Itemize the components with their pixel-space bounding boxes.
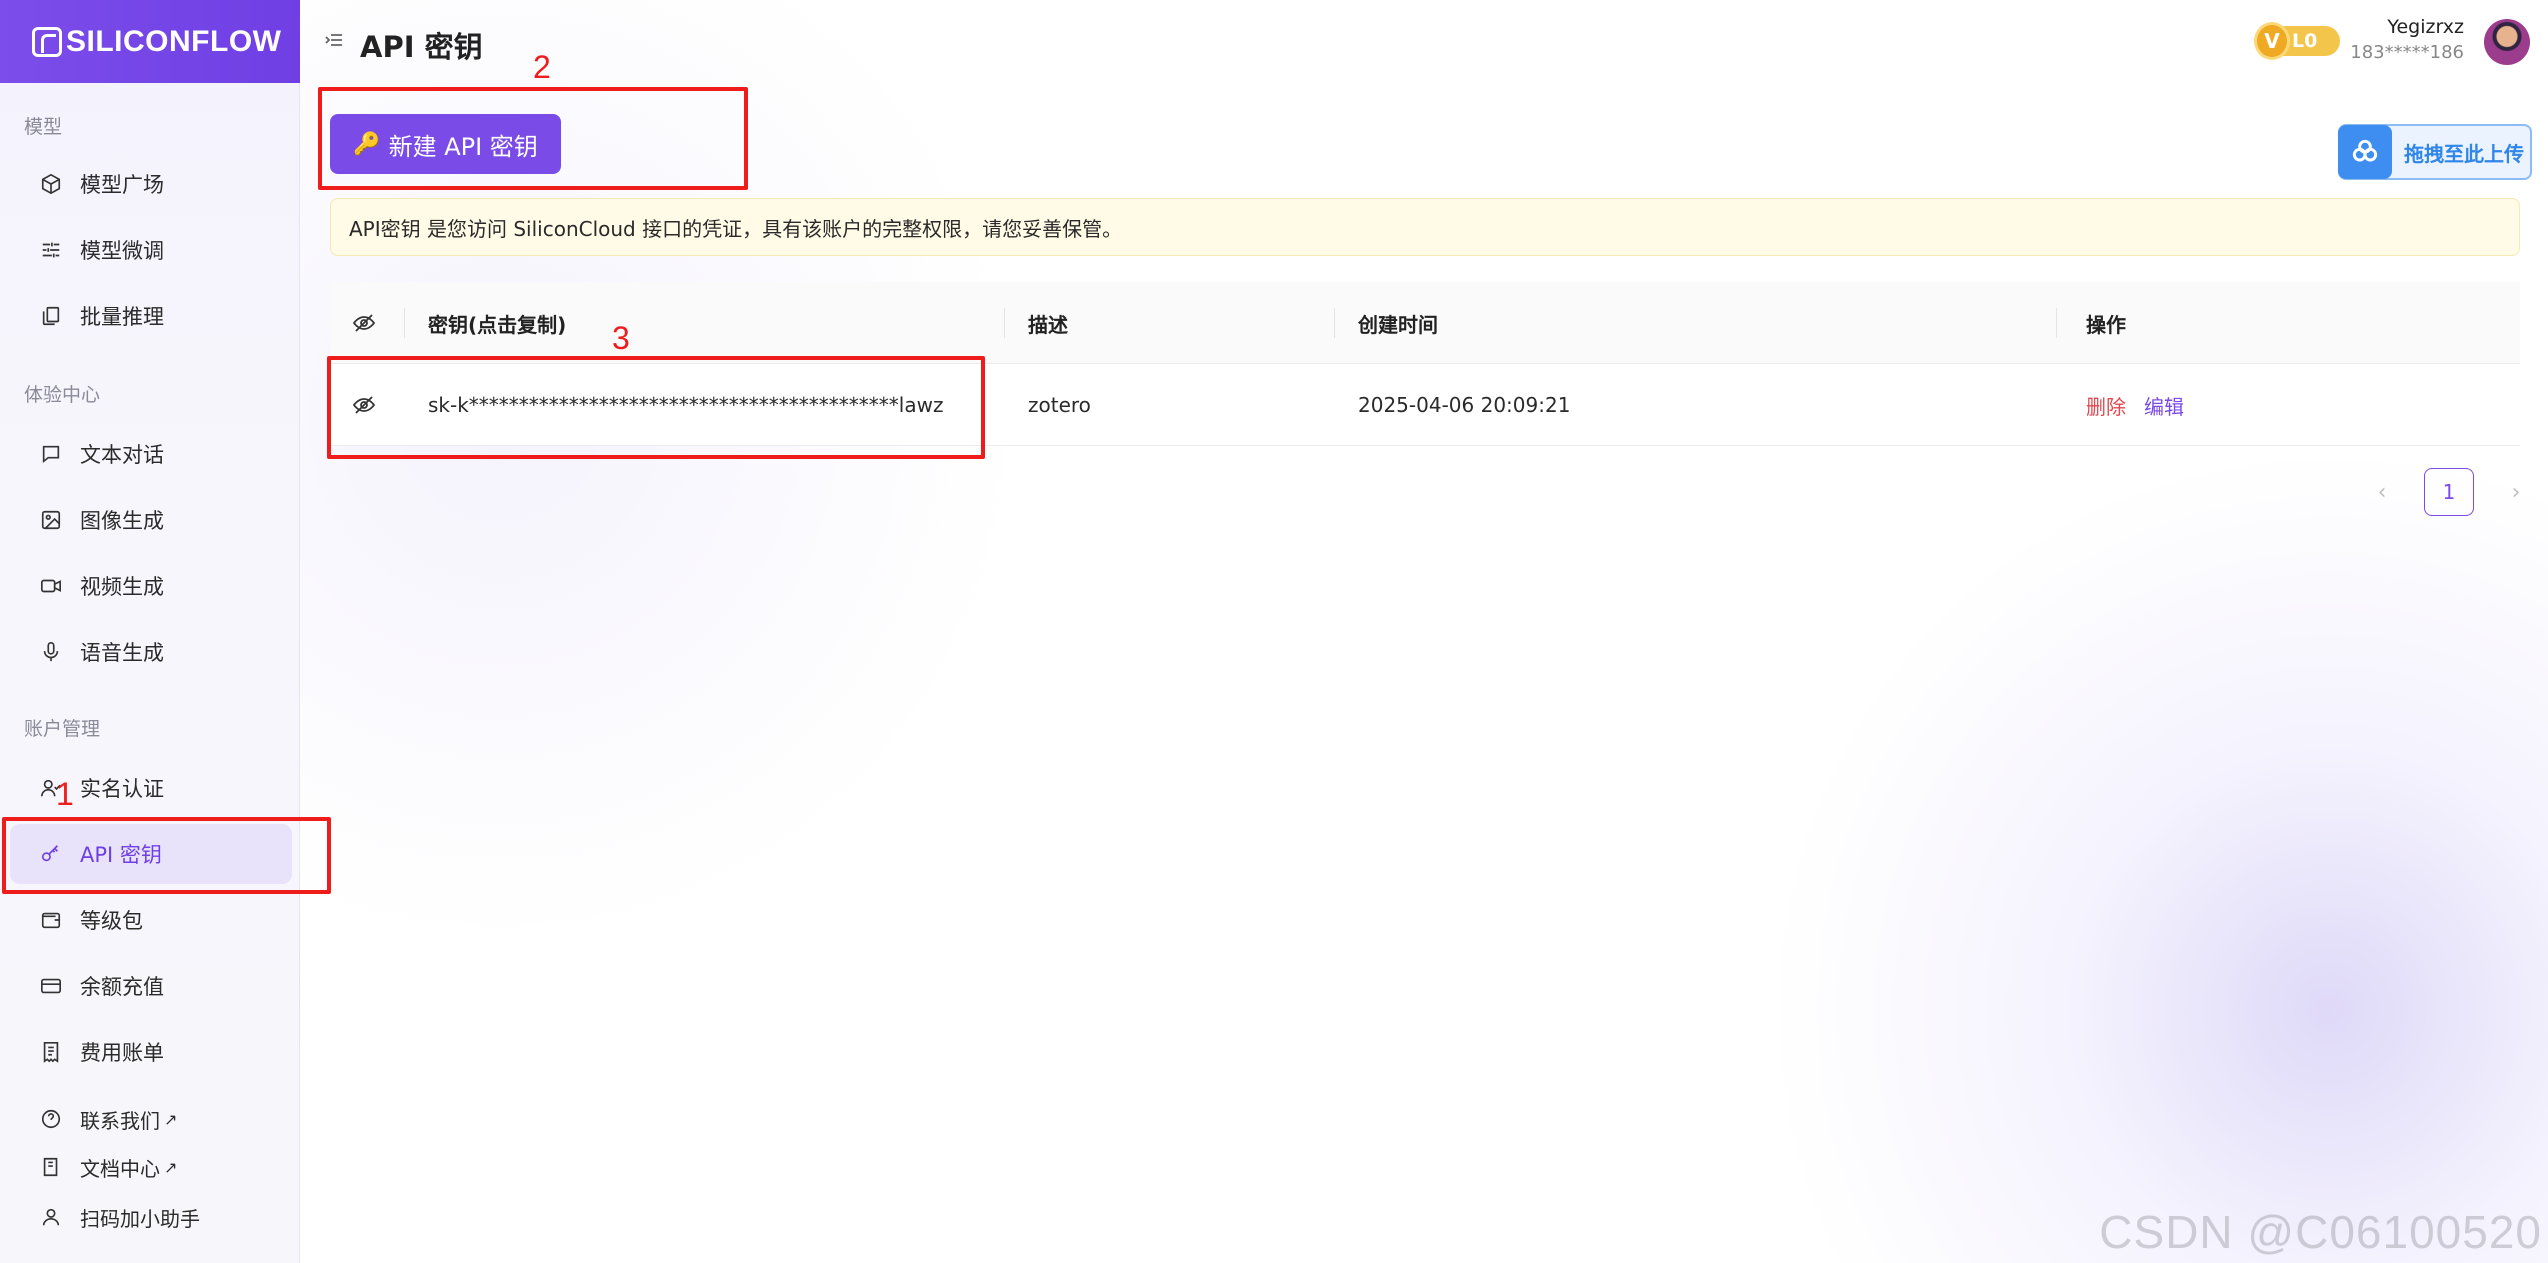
drag-upload-button[interactable]: 拖拽至此上传 [2338,124,2532,180]
sidebar-item-fine-tune[interactable]: 模型微调 [10,220,292,280]
column-header-key: 密钥(点击复制) [428,312,567,337]
section-label-models: 模型 [24,116,63,138]
annotation-number-2: 2 [533,49,551,85]
column-divider [2056,308,2057,338]
cloud-upload-icon [2338,125,2392,179]
section-label-account: 账户管理 [24,718,101,740]
drag-upload-label: 拖拽至此上传 [2404,141,2524,166]
card-icon [40,975,62,997]
annotation-number-1: 1 [56,776,74,812]
external-link-icon: ↗ [164,1157,178,1177]
vip-level-badge[interactable]: V L0 [2254,22,2340,60]
notice-text: API密钥 是您访问 SiliconCloud 接口的凭证，具有该账户的完整权限… [349,216,1123,241]
column-divider [404,308,405,338]
book-icon [40,1156,62,1178]
column-divider [1004,308,1005,338]
sidebar-item-recharge[interactable]: 余额充值 [10,956,292,1016]
sidebar-item-model-square[interactable]: 模型广场 [10,154,292,214]
vip-level-text: L0 [2292,30,2318,52]
api-key-created-at: 2025-04-06 20:09:21 [1358,393,1571,417]
sidebar-item-label: 模型微调 [80,239,164,263]
image-icon [40,509,62,531]
sidebar-item-label: 费用账单 [80,1041,164,1065]
page-number-button[interactable]: 1 [2424,468,2474,516]
page-title: API 密钥 [360,30,483,64]
next-page-button[interactable]: › [2496,480,2536,505]
sidebar-item-label: 图像生成 [80,509,164,533]
sidebar-item-real-name[interactable]: 实名认证 [10,758,292,818]
brand-name: SILICONFLOW [66,24,282,58]
annotation-box-api-key [327,356,985,459]
api-key-description: zotero [1028,393,1091,417]
delete-key-link[interactable]: 删除 [2086,391,2126,420]
video-icon [40,575,62,597]
sidebar-item-video-gen[interactable]: 视频生成 [10,556,292,616]
sidebar-item-label: 联系我们 [80,1108,160,1133]
copy-stack-icon [40,305,62,327]
edit-key-link[interactable]: 编辑 [2144,391,2184,420]
sidebar-item-text-chat[interactable]: 文本对话 [10,424,292,484]
help-circle-icon [40,1108,62,1130]
csdn-watermark: CSDN @C06100520 [2099,1206,2542,1258]
sidebar: SILICONFLOW 模型 模型广场 模型微调 批量推理 体验中心 文本对话 … [0,0,300,1263]
sliders-icon [40,239,62,261]
column-header-created: 创建时间 [1358,312,1438,337]
sidebar-item-billing[interactable]: 费用账单 [10,1022,292,1082]
siliconflow-logo-icon [32,26,62,57]
vip-crown-icon: V [2254,22,2290,60]
chat-icon [40,443,62,465]
receipt-icon [40,1041,62,1063]
column-divider [1334,308,1335,338]
avatar[interactable] [2484,19,2530,65]
column-header-description: 描述 [1028,312,1068,337]
annotation-box-sidebar [2,817,331,894]
annotation-number-3: 3 [612,320,630,356]
sidebar-item-label: 扫码加小助手 [80,1206,200,1231]
wallet-icon [40,909,62,931]
sidebar-item-level-pack[interactable]: 等级包 [10,890,292,950]
pagination: ‹ 1 › [2362,468,2536,516]
row-actions: 删除 编辑 [2086,364,2184,446]
eye-off-icon [352,311,376,335]
user-phone: 183*****186 [2350,42,2464,63]
sidebar-item-label: 文档中心 [80,1156,160,1181]
column-header-actions: 操作 [2086,312,2126,337]
sidebar-item-label: 视频生成 [80,575,164,599]
sidebar-item-docs[interactable]: 文档中心 ↗ [10,1144,292,1190]
sidebar-item-image-gen[interactable]: 图像生成 [10,490,292,550]
sidebar-item-contact-us[interactable]: 联系我们 ↗ [10,1096,292,1142]
external-link-icon: ↗ [164,1109,178,1129]
sidebar-item-label: 实名认证 [80,777,164,801]
sidebar-item-label: 文本对话 [80,443,164,467]
sidebar-item-label: 语音生成 [80,641,164,665]
api-key-notice: API密钥 是您访问 SiliconCloud 接口的凭证，具有该账户的完整权限… [330,198,2520,256]
cube-icon [40,173,62,195]
user-name: Yegizrxz [2387,16,2464,38]
toggle-all-visibility[interactable] [352,282,376,364]
mic-icon [40,641,62,663]
user-icon [40,1206,62,1228]
sidebar-item-label: 等级包 [80,909,143,933]
annotation-box-new-key [318,87,748,190]
sidebar-item-label: 余额充值 [80,975,164,999]
section-label-experience: 体验中心 [24,384,101,406]
prev-page-button[interactable]: ‹ [2362,480,2402,505]
sidebar-item-batch-inference[interactable]: 批量推理 [10,286,292,346]
table-header: 密钥(点击复制) 描述 创建时间 操作 [330,282,2520,364]
top-header: API 密钥 V L0 Yegizrxz 183*****186 [300,0,2548,83]
sidebar-item-label: 批量推理 [80,305,164,329]
brand-logo[interactable]: SILICONFLOW [0,0,300,83]
sidebar-item-label: 模型广场 [80,173,164,197]
sidebar-item-assistant[interactable]: 扫码加小助手 [10,1194,292,1240]
sidebar-item-voice-gen[interactable]: 语音生成 [10,622,292,682]
collapse-menu-icon[interactable] [324,30,344,50]
